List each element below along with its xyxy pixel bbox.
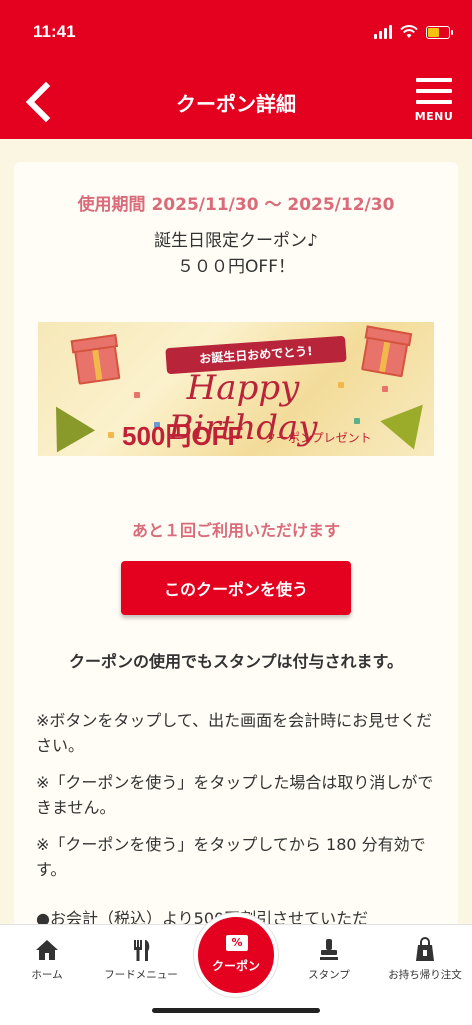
note-item: ※「クーポンを使う」をタップした場合は取り消しができません。 [36, 773, 434, 817]
menu-button[interactable]: MENU [414, 78, 454, 126]
cellular-signal-icon [374, 25, 392, 39]
home-indicator [152, 1008, 320, 1013]
stamp-icon [320, 939, 338, 960]
party-cone-icon [38, 395, 96, 453]
app-header: 11:41 クーポン詳細 MENU [0, 0, 472, 139]
banner-present-text: クーポンプレゼント [264, 431, 372, 445]
hamburger-icon [416, 78, 452, 82]
banner-discount: 500円OFF [122, 421, 244, 451]
tab-home[interactable]: ホーム [0, 925, 94, 995]
tab-coupon-label: クーポン [211, 959, 260, 973]
home-icon [36, 940, 58, 960]
tab-takeout[interactable]: お持ち帰り注文 [378, 925, 472, 995]
coupon-card: 使用期間 2025/11/30 〜 2025/12/30 誕生日限定クーポン♪ … [14, 162, 458, 942]
birthday-banner: お誕生日おめでとう! Happy Birthday 500円OFF クーポンプレ… [38, 322, 434, 456]
fork-knife-icon [134, 940, 150, 961]
tab-stamp[interactable]: スタンプ [282, 925, 376, 995]
use-coupon-button[interactable]: このクーポンを使う [121, 561, 351, 615]
confetti [382, 386, 388, 392]
tab-food-label: フードメニュー [104, 969, 178, 981]
tab-home-label: ホーム [31, 969, 63, 981]
battery-icon [426, 25, 453, 39]
party-cone-icon [380, 390, 434, 450]
coupon-desc-line2: ５００円OFF！ [177, 257, 295, 277]
tab-takeout-label: お持ち帰り注文 [388, 969, 462, 981]
takeout-bag-icon [416, 937, 434, 961]
coupon-description: 誕生日限定クーポン♪ ５００円OFF！ [14, 228, 458, 280]
note-item: ※ボタンをタップして、出た画面を会計時にお見せください。 [36, 711, 433, 755]
tab-coupon[interactable]: % クーポン [194, 913, 278, 997]
coupon-ticket-icon: % [226, 935, 248, 951]
tab-stamp-label: スタンプ [308, 969, 350, 981]
tab-food-menu[interactable]: フードメニュー [94, 925, 188, 995]
status-time: 11:41 [33, 22, 76, 41]
note-item: ※「クーポンを使う」をタップしてから 180 分有効です。 [36, 835, 426, 879]
coupon-notes: ※ボタンをタップして、出た画面を会計時にお見せください。 ※「クーポンを使う」を… [36, 708, 440, 943]
stamp-note: クーポンの使用でもスタンプは付与されます。 [69, 652, 403, 671]
menu-label: MENU [414, 110, 454, 123]
coupon-desc-line1: 誕生日限定クーポン♪ [154, 231, 318, 251]
wifi-icon [400, 25, 418, 38]
page-title: クーポン詳細 [176, 92, 296, 116]
remaining-uses: あと１回ご利用いただけます [131, 521, 340, 540]
status-icons [374, 25, 453, 39]
usage-period: 使用期間 2025/11/30 〜 2025/12/30 [77, 195, 395, 215]
